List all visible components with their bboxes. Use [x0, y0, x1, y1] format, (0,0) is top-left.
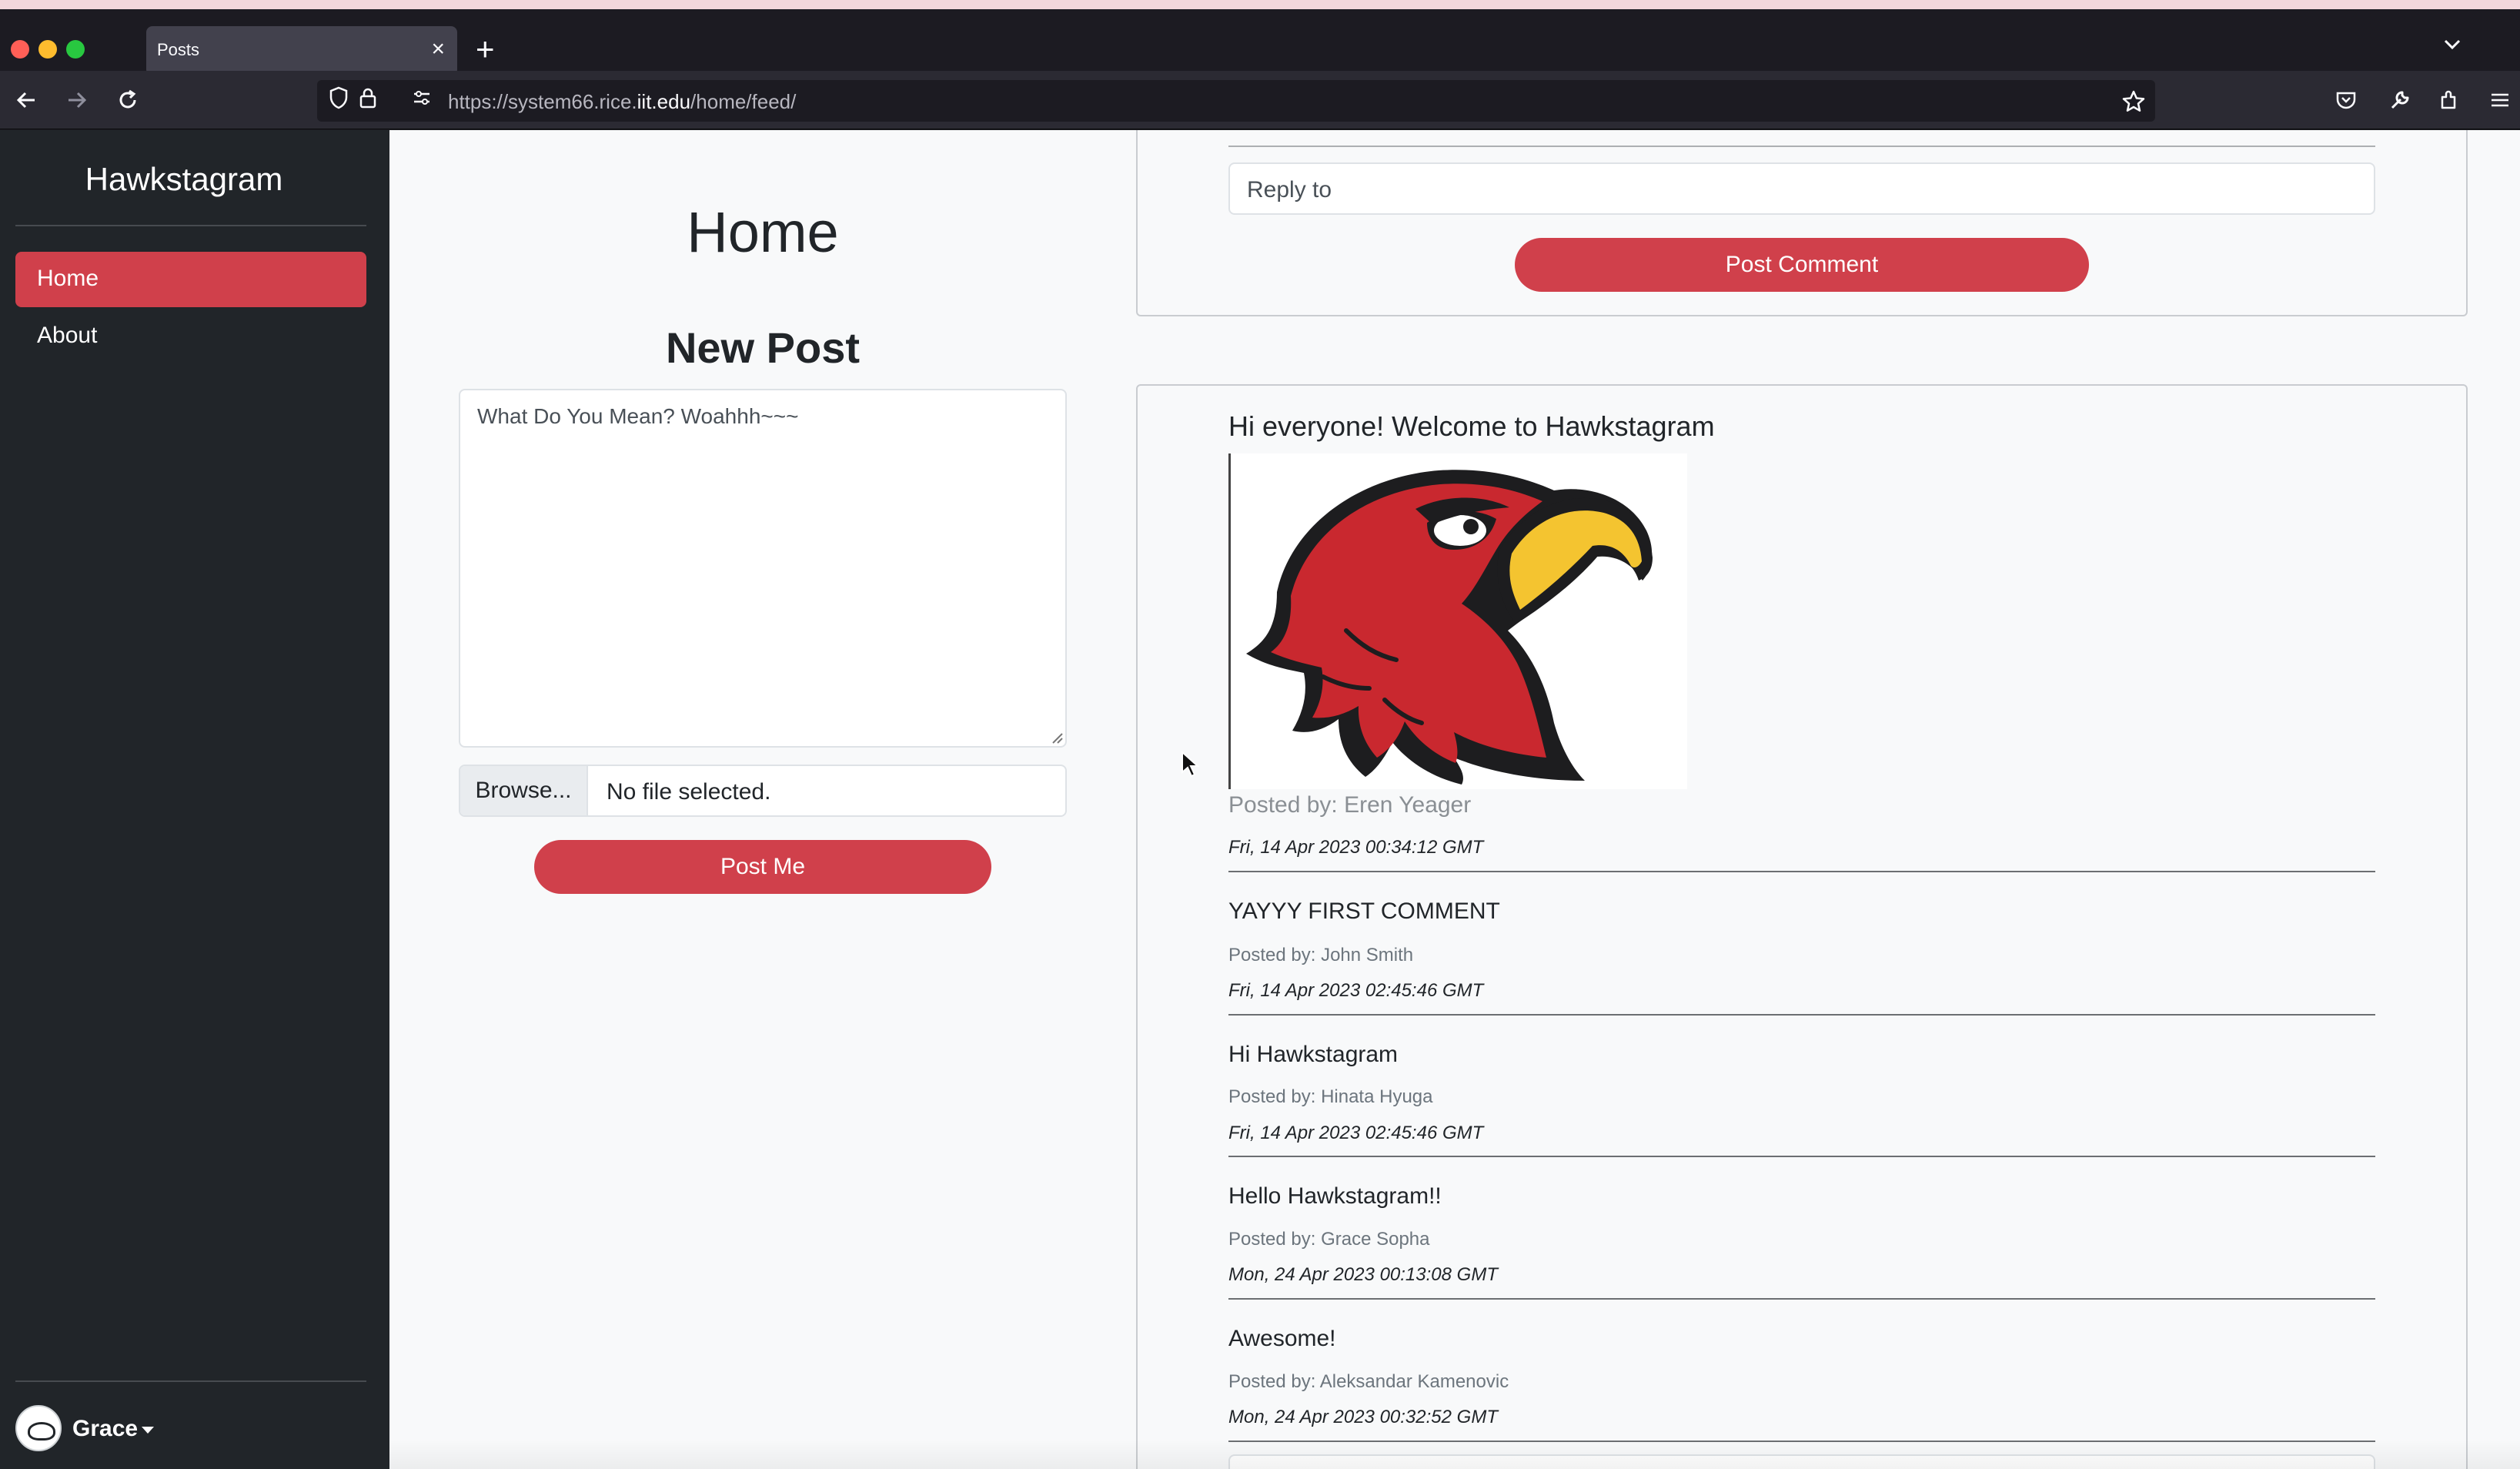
comment-divider: [1228, 1298, 2375, 1300]
comment-date: Mon, 24 Apr 2023 00:13:08 GMT: [1228, 1264, 1498, 1285]
minimize-window-button[interactable]: [38, 40, 57, 59]
url-bar[interactable]: https://system66.rice.iit.edu/home/feed/: [317, 80, 2155, 122]
page-title: Home: [687, 200, 839, 264]
sidebar-divider: [15, 225, 366, 226]
extensions-icon[interactable]: [2432, 83, 2466, 117]
scroll-shadow: [389, 1439, 2520, 1469]
maximize-window-button[interactable]: [66, 40, 85, 59]
star-icon[interactable]: [2121, 85, 2146, 121]
comment-date: Fri, 14 Apr 2023 02:45:46 GMT: [1228, 980, 1484, 1001]
sidebar-item-home[interactable]: Home: [15, 252, 366, 307]
post-title: Hi everyone! Welcome to Hawkstagram: [1228, 410, 1715, 442]
resize-grip-icon[interactable]: [1048, 729, 1064, 745]
comment-author: Posted by: Hinata Hyuga: [1228, 1086, 1433, 1107]
comment-divider: [1228, 146, 2375, 147]
tab-posts[interactable]: Posts ×: [146, 26, 457, 75]
brand-title[interactable]: Hawkstagram: [0, 161, 368, 198]
comment-divider: [1228, 1156, 2375, 1157]
post-comment-button[interactable]: Post Comment: [1515, 238, 2089, 292]
comment-author: Posted by: Grace Sopha: [1228, 1229, 1430, 1250]
comment-divider: [1228, 871, 2375, 872]
user-name[interactable]: Grace: [72, 1416, 138, 1442]
hawk-logo: [1246, 470, 1653, 785]
post-date: Fri, 14 Apr 2023 00:34:12 GMT: [1228, 837, 1484, 858]
comment-text: YAYYY FIRST COMMENT: [1228, 898, 1500, 924]
comment-date: Mon, 24 Apr 2023 00:32:52 GMT: [1228, 1407, 1498, 1427]
caret-down-icon[interactable]: [142, 1427, 154, 1434]
shield-icon[interactable]: [325, 86, 353, 114]
post-me-button[interactable]: Post Me: [534, 840, 991, 894]
browse-button[interactable]: Browse...: [460, 766, 588, 815]
post-textarea[interactable]: What Do You Mean? Woahhh~~~: [459, 389, 1067, 748]
tab-list-chevron-icon[interactable]: [2441, 26, 2463, 69]
close-window-button[interactable]: [11, 40, 29, 59]
tab-close-icon[interactable]: ×: [431, 35, 445, 63]
file-input[interactable]: Browse... No file selected.: [459, 765, 1067, 817]
mouse-cursor-icon: [1181, 751, 1200, 778]
url-prefix: https://system66.rice.: [448, 90, 637, 113]
reply-placeholder: Reply to: [1247, 177, 1332, 202]
comment-date: Fri, 14 Apr 2023 02:45:46 GMT: [1228, 1123, 1484, 1143]
permissions-icon[interactable]: [408, 86, 436, 114]
comment-text: Hello Hawkstagram!!: [1228, 1183, 1442, 1209]
avatar[interactable]: [15, 1405, 62, 1451]
page: Hawkstagram Home About Grace Home New Po…: [0, 130, 2520, 1469]
lock-icon[interactable]: [354, 86, 382, 114]
post-author: Posted by: Eren Yeager: [1228, 792, 1472, 818]
reply-input[interactable]: Reply to: [1228, 162, 2375, 215]
back-icon[interactable]: [6, 80, 46, 120]
wrench-icon[interactable]: [2383, 83, 2417, 117]
file-status: No file selected.: [607, 779, 771, 805]
sidebar-item-about[interactable]: About: [15, 309, 366, 364]
pocket-icon[interactable]: [2329, 83, 2363, 117]
window-top-accent: [0, 0, 2520, 9]
reload-icon[interactable]: [108, 80, 148, 120]
url-text[interactable]: https://system66.rice.iit.edu/home/feed/: [448, 90, 796, 114]
comment-text: Awesome!: [1228, 1326, 1336, 1351]
menu-icon[interactable]: [2483, 83, 2517, 117]
sidebar: Hawkstagram Home About Grace: [0, 130, 389, 1469]
url-domain: iit.edu: [637, 90, 691, 113]
comment-author: Posted by: John Smith: [1228, 945, 1414, 965]
comment-author: Posted by: Aleksandar Kamenovic: [1228, 1371, 1509, 1392]
tab-title: Posts: [157, 40, 200, 59]
new-post-heading: New Post: [665, 323, 861, 372]
post-image: [1228, 453, 1687, 789]
url-path: /home/feed/: [690, 90, 797, 113]
navigation-toolbar: https://system66.rice.iit.edu/home/feed/: [0, 71, 2520, 129]
new-tab-button[interactable]: +: [476, 28, 495, 71]
sidebar-divider: [15, 1380, 366, 1382]
forward-icon[interactable]: [57, 80, 97, 120]
tab-bar: Posts × +: [0, 9, 2520, 75]
comment-text: Hi Hawkstagram: [1228, 1042, 1399, 1067]
comment-divider: [1228, 1014, 2375, 1016]
